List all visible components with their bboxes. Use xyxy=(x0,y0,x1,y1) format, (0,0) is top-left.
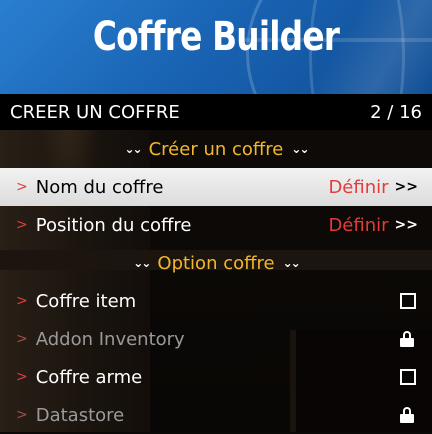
item-prefix-arrow: > xyxy=(16,369,28,385)
menu-item-addon-inventory[interactable]: > Addon Inventory xyxy=(0,320,432,358)
double-chevron-down-icon: ⌄⌄ xyxy=(133,256,151,270)
menu-item-position-du-coffre[interactable]: > Position du coffre Définir >> xyxy=(0,206,432,244)
double-chevron-right-icon: >> xyxy=(394,179,418,195)
item-prefix-arrow: > xyxy=(16,407,28,423)
item-value: Définir xyxy=(328,214,389,236)
item-label: Nom du coffre xyxy=(35,176,164,198)
checkbox-icon[interactable] xyxy=(400,369,416,385)
menu-banner: Coffre Builder xyxy=(0,0,432,94)
section-label: Option coffre xyxy=(157,252,275,274)
banner-title: Coffre Builder xyxy=(92,14,340,60)
item-label: Addon Inventory xyxy=(35,328,185,350)
item-prefix-arrow: > xyxy=(16,179,28,195)
section-header-creer: ⌄⌄ Créer un coffre ⌄⌄ xyxy=(0,130,432,168)
double-chevron-down-icon: ⌄⌄ xyxy=(124,142,143,156)
menu-item-datastore[interactable]: > Datastore xyxy=(0,396,432,434)
section-header-option: ⌄⌄ Option coffre ⌄⌄ xyxy=(0,244,432,282)
item-label: Coffre item xyxy=(35,290,137,312)
item-prefix-arrow: > xyxy=(16,217,28,233)
item-prefix-arrow: > xyxy=(16,331,28,347)
menu-item-coffre-arme[interactable]: > Coffre arme xyxy=(0,358,432,396)
section-label: Créer un coffre xyxy=(148,138,284,160)
item-label: Coffre arme xyxy=(35,366,143,388)
menu-subtitle: CREER UN COFFRE xyxy=(10,101,180,123)
item-label: Datastore xyxy=(35,404,125,426)
menu-subtitle-bar: CREER UN COFFRE 2 / 16 xyxy=(0,94,432,130)
double-chevron-down-icon: ⌄⌄ xyxy=(282,256,301,270)
item-counter: 2 / 16 xyxy=(370,101,422,123)
lock-icon xyxy=(400,407,414,423)
menu-item-coffre-item[interactable]: > Coffre item xyxy=(0,282,432,320)
checkbox-icon[interactable] xyxy=(400,293,416,309)
item-prefix-arrow: > xyxy=(16,293,28,309)
double-chevron-down-icon: ⌄⌄ xyxy=(291,142,309,156)
menu-item-nom-du-coffre[interactable]: > Nom du coffre Définir >> xyxy=(0,168,432,206)
item-value: Définir xyxy=(328,176,389,198)
lock-icon xyxy=(400,331,414,347)
item-label: Position du coffre xyxy=(35,214,192,236)
double-chevron-right-icon: >> xyxy=(394,217,418,233)
coffre-builder-menu: Coffre Builder CREER UN COFFRE 2 / 16 ⌄⌄… xyxy=(0,0,432,434)
